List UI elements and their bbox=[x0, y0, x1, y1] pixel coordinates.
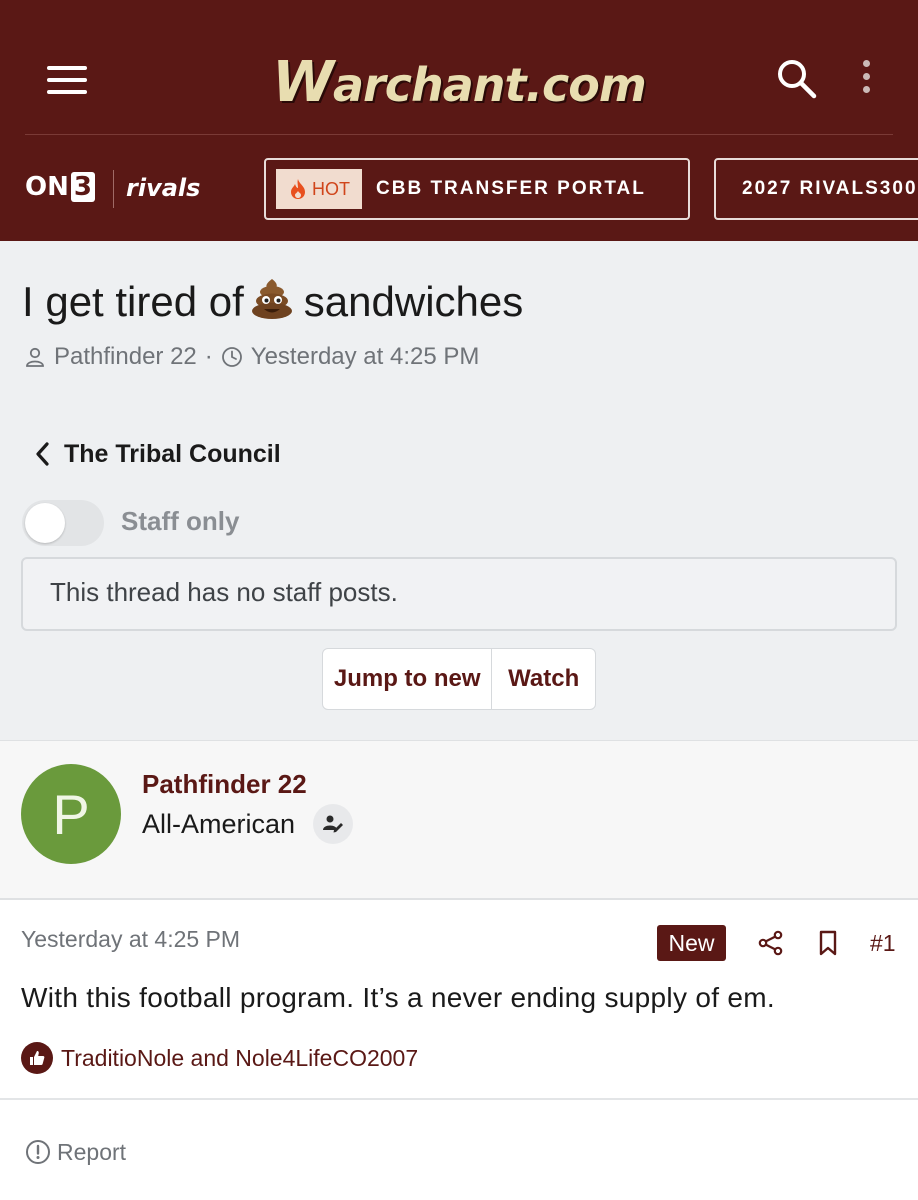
thread-meta: Pathfinder 22 · Yesterday at 4:25 PM bbox=[24, 342, 479, 372]
post-divider bbox=[0, 1098, 918, 1100]
breadcrumb-forum[interactable]: The Tribal Council bbox=[34, 436, 281, 472]
user-icon bbox=[26, 347, 44, 367]
clock-icon bbox=[221, 347, 242, 367]
share-icon[interactable] bbox=[757, 929, 785, 957]
post-number[interactable]: #1 bbox=[870, 930, 896, 957]
staff-notice: This thread has no staff posts. bbox=[21, 557, 897, 631]
staff-only-label: Staff only bbox=[121, 506, 240, 536]
thumbs-up-icon bbox=[21, 1042, 53, 1074]
menu-icon[interactable] bbox=[47, 66, 87, 94]
meta-separator: · bbox=[204, 343, 213, 370]
chevron-left-icon bbox=[36, 442, 49, 466]
user-title: All-American bbox=[142, 809, 296, 839]
nav-pill-rivals300[interactable]: 2027 RIVALS300 bbox=[714, 158, 918, 220]
jump-to-new-button[interactable]: Jump to new bbox=[323, 649, 493, 709]
search-icon[interactable] bbox=[774, 56, 818, 100]
on3-logo[interactable]: ON 3 bbox=[25, 172, 95, 202]
post-date[interactable]: Yesterday at 4:25 PM bbox=[21, 926, 240, 953]
brand-separator bbox=[113, 170, 114, 208]
forum-name: The Tribal Council bbox=[64, 439, 281, 468]
rivals-logo[interactable]: rivals bbox=[126, 174, 200, 202]
post-body: Yesterday at 4:25 PM New #1 With this fo… bbox=[0, 900, 918, 1200]
more-vertical-icon[interactable] bbox=[858, 60, 874, 98]
header-divider bbox=[25, 134, 893, 135]
alert-circle-icon bbox=[26, 1140, 50, 1164]
thread-author[interactable]: Pathfinder 22 bbox=[54, 343, 197, 371]
reactions-text: TraditioNole and Nole4LifeCO2007 bbox=[61, 1044, 419, 1071]
thread-date[interactable]: Yesterday at 4:25 PM bbox=[251, 343, 480, 371]
poop-emoji bbox=[251, 279, 292, 319]
site-header: Warchant.com ON 3 rivals HOT CBB TRANSFER… bbox=[0, 0, 918, 241]
hot-badge: HOT bbox=[276, 169, 362, 209]
avatar[interactable]: P bbox=[21, 764, 121, 864]
nav-pill-label: CBB TRANSFER PORTAL bbox=[376, 178, 646, 199]
staff-badge-icon[interactable] bbox=[313, 804, 353, 844]
thread-actions: Jump to new Watch bbox=[322, 648, 596, 710]
report-button[interactable]: Report bbox=[25, 1136, 126, 1168]
watch-button[interactable]: Watch bbox=[492, 649, 595, 709]
staff-only-toggle[interactable] bbox=[22, 500, 104, 546]
report-label: Report bbox=[57, 1138, 127, 1165]
post-text: With this football program. It’s a never… bbox=[21, 982, 775, 1013]
page-title: I get tired of sandwiches bbox=[22, 278, 524, 325]
toggle-knob bbox=[25, 503, 65, 543]
bookmark-icon[interactable] bbox=[815, 929, 841, 957]
new-badge: New bbox=[657, 925, 726, 961]
nav-pill-label: 2027 RIVALS300 bbox=[742, 178, 918, 199]
reactions-summary[interactable]: TraditioNole and Nole4LifeCO2007 bbox=[21, 1041, 418, 1075]
post-username[interactable]: Pathfinder 22 bbox=[142, 769, 307, 800]
flame-icon bbox=[291, 179, 305, 199]
post-user-block: P Pathfinder 22 All-American bbox=[0, 740, 918, 900]
nav-pill-transfer-portal[interactable]: HOT CBB TRANSFER PORTAL bbox=[264, 158, 690, 220]
